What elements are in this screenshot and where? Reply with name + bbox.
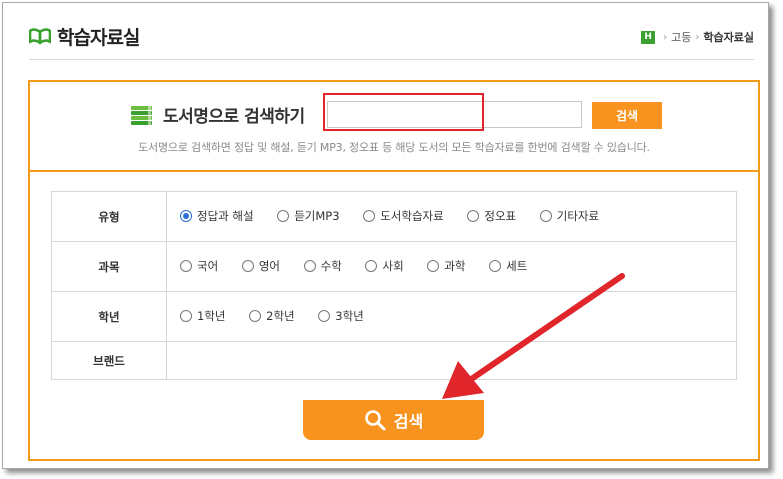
type-option[interactable]: 도서학습자료 bbox=[363, 208, 444, 224]
main-search-label: 검색 bbox=[393, 414, 424, 431]
subject-option[interactable]: 세트 bbox=[489, 258, 527, 274]
subject-options: 국어 영어 수학 사회 과학 세트 bbox=[166, 241, 737, 292]
grade-option[interactable]: 3학년 bbox=[318, 308, 364, 324]
radio-icon[interactable] bbox=[539, 210, 552, 222]
type-option[interactable]: 정답과 해설 bbox=[180, 208, 254, 224]
search-title-text: 도서명으로 검색하기 bbox=[163, 107, 305, 127]
filter-row-grade: 학년 1학년 2학년 3학년 bbox=[51, 291, 737, 342]
radio-icon[interactable] bbox=[467, 210, 480, 222]
subject-option[interactable]: 영어 bbox=[241, 258, 280, 274]
radio-icon[interactable] bbox=[277, 210, 290, 222]
filter-row-subject: 과목 국어 영어 수학 사회 과학 세트 bbox=[51, 241, 737, 292]
grade-options: 1학년 2학년 3학년 bbox=[166, 291, 737, 342]
type-option[interactable]: 듣기MP3 bbox=[277, 208, 340, 224]
search-description: 도서명으로 검색하면 정답 및 해설, 듣기 MP3, 정오표 등 해당 도서의… bbox=[138, 141, 650, 154]
chevron-right-icon: › bbox=[663, 31, 668, 43]
brand-options bbox=[166, 341, 737, 380]
filter-row-brand: 브랜드 bbox=[51, 341, 737, 380]
title-search-button[interactable]: 검색 bbox=[592, 102, 662, 129]
radio-icon[interactable] bbox=[249, 310, 262, 322]
breadcrumb-level1[interactable]: 고등 bbox=[671, 29, 691, 45]
type-option[interactable]: 기타자료 bbox=[539, 208, 599, 224]
filter-label-grade: 학년 bbox=[51, 291, 167, 342]
subject-option[interactable]: 과학 bbox=[427, 258, 465, 274]
open-book-icon bbox=[29, 27, 51, 44]
book-stack-icon bbox=[131, 105, 152, 125]
grade-option[interactable]: 2학년 bbox=[249, 308, 295, 324]
radio-icon[interactable] bbox=[303, 260, 316, 272]
radio-icon[interactable] bbox=[489, 260, 502, 272]
filter-row-type: 유형 정답과 해설 듣기MP3 도서학습자료 정오표 기타자료 bbox=[51, 191, 737, 242]
page-title: 학습자료실 bbox=[57, 27, 140, 49]
subject-option[interactable]: 국어 bbox=[180, 258, 218, 274]
radio-icon[interactable] bbox=[427, 260, 440, 272]
radio-icon[interactable] bbox=[180, 260, 192, 272]
radio-icon[interactable] bbox=[241, 260, 254, 272]
main-search-button[interactable]: 검색 bbox=[303, 400, 484, 440]
filter-table: 유형 정답과 해설 듣기MP3 도서학습자료 정오표 기타자료 과목 국어 영어… bbox=[51, 191, 737, 380]
subject-option[interactable]: 사회 bbox=[365, 258, 404, 274]
filter-label-type: 유형 bbox=[51, 191, 167, 242]
subject-option[interactable]: 수학 bbox=[303, 258, 342, 274]
filter-label-subject: 과목 bbox=[51, 241, 167, 292]
radio-icon[interactable] bbox=[365, 260, 378, 272]
type-option[interactable]: 정오표 bbox=[467, 208, 516, 224]
header-divider bbox=[29, 59, 754, 60]
filter-label-brand: 브랜드 bbox=[51, 341, 167, 380]
radio-selected-icon[interactable] bbox=[180, 210, 192, 222]
radio-icon[interactable] bbox=[318, 310, 331, 322]
site-logo[interactable]: 학습자료실 bbox=[29, 23, 140, 50]
breadcrumb: H › 고등 › 학습자료실 bbox=[641, 29, 754, 45]
search-title: 도서명으로 검색하기 bbox=[129, 102, 305, 127]
radio-icon[interactable] bbox=[363, 210, 376, 222]
page-frame: 학습자료실 H › 고등 › 학습자료실 도서명으로 검색하기 검색 도서명으로… bbox=[2, 2, 769, 469]
type-options: 정답과 해설 듣기MP3 도서학습자료 정오표 기타자료 bbox=[166, 191, 737, 242]
book-title-input[interactable] bbox=[327, 101, 582, 128]
panel-divider bbox=[30, 170, 758, 172]
grade-option[interactable]: 1학년 bbox=[180, 308, 225, 324]
radio-icon[interactable] bbox=[180, 310, 192, 322]
chevron-right-icon: › bbox=[695, 31, 700, 43]
search-panel: 도서명으로 검색하기 검색 도서명으로 검색하면 정답 및 해설, 듣기 MP3… bbox=[28, 80, 760, 461]
home-h-icon[interactable]: H bbox=[641, 30, 656, 44]
breadcrumb-current: 학습자료실 bbox=[703, 31, 754, 44]
magnifier-icon bbox=[364, 410, 386, 431]
